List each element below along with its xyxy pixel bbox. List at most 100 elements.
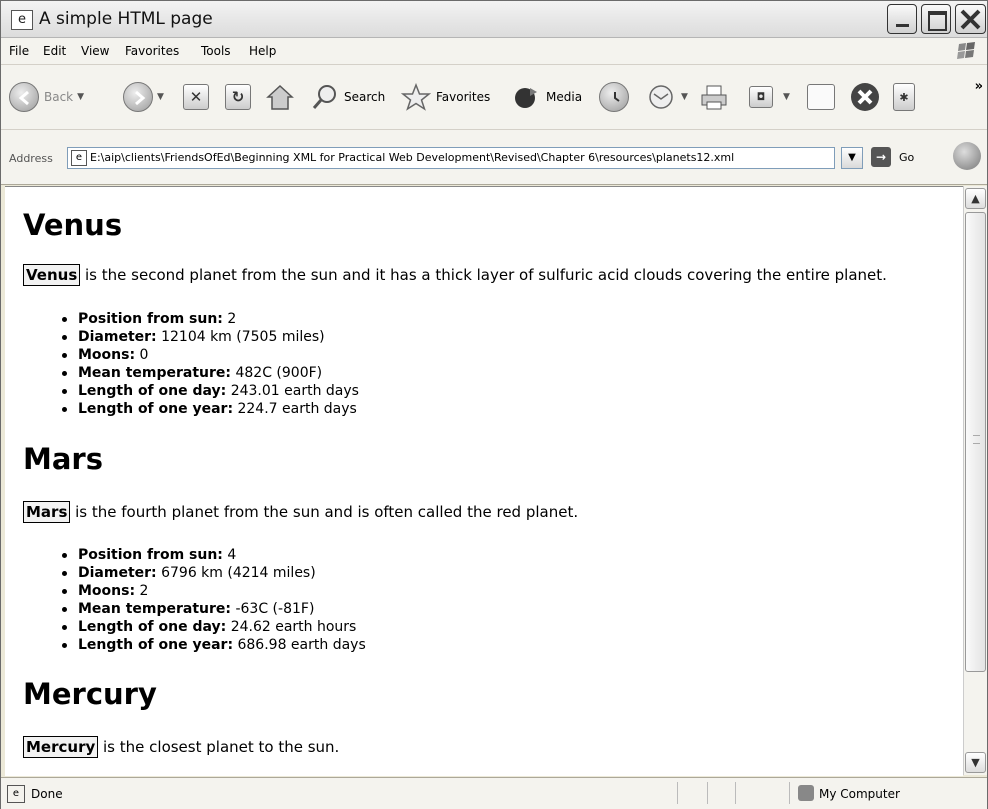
address-label: Address: [9, 152, 53, 165]
list-item: Mean temperature: -63C (-81F): [62, 600, 366, 618]
scroll-up-icon[interactable]: ▲: [965, 188, 986, 209]
planet-heading-venus: Venus: [23, 208, 123, 242]
research-button[interactable]: ✱: [893, 77, 915, 117]
status-divider: [707, 782, 708, 804]
planet-description-mars: is the fourth planet from the sun and is…: [70, 503, 579, 521]
go-button[interactable]: → Go: [871, 147, 914, 167]
forward-button[interactable]: ▼: [123, 77, 164, 117]
menu-view[interactable]: View: [81, 44, 109, 58]
planet-intro-mercury: Mercury is the closest planet to the sun…: [23, 736, 340, 758]
scroll-thumb[interactable]: [965, 212, 986, 672]
favorites-button[interactable]: Favorites: [401, 77, 490, 117]
vertical-scrollbar[interactable]: ▲ ▼: [963, 186, 987, 775]
planet-name-mars: Mars: [23, 501, 71, 523]
stop-button[interactable]: ✕: [183, 77, 209, 117]
security-zone: My Computer: [819, 787, 900, 801]
planet-heading-mercury: Mercury: [23, 677, 157, 711]
close-icon: [960, 9, 981, 30]
minimize-button[interactable]: [887, 4, 917, 34]
forward-arrow-icon: [123, 82, 153, 112]
list-item: Position from sun: 2: [62, 310, 359, 328]
go-arrow-icon: →: [871, 147, 891, 167]
page-icon: e: [71, 150, 87, 166]
printer-icon: [701, 85, 727, 110]
scroll-down-icon[interactable]: ▼: [965, 752, 986, 773]
title-bar[interactable]: e A simple HTML page: [1, 1, 987, 38]
address-url: E:\aip\clients\FriendsOfEd\Beginning XML…: [90, 151, 735, 164]
address-bar: Address e E:\aip\clients\FriendsOfEd\Beg…: [1, 130, 987, 185]
status-bar: e Done My Computer: [1, 777, 987, 809]
planet-heading-mars: Mars: [23, 442, 103, 476]
menu-tools[interactable]: Tools: [201, 44, 231, 58]
address-input[interactable]: e E:\aip\clients\FriendsOfEd\Beginning X…: [67, 147, 835, 169]
edit-dropdown-icon[interactable]: ▼: [783, 92, 790, 102]
list-item: Length of one year: 686.98 earth days: [62, 637, 366, 653]
grip-icon: [973, 435, 980, 444]
toolbar: Back ▼ ▼ ✕ ↻ Search Favorites Media ▼ ◘ …: [1, 65, 987, 130]
toolbar-overflow-icon[interactable]: »: [975, 79, 983, 94]
planet-description-venus: is the second planet from the sun and it…: [80, 266, 887, 284]
print-button[interactable]: [699, 77, 729, 117]
list-item: Length of one day: 243.01 earth days: [62, 383, 359, 399]
list-item: Moons: 2: [62, 582, 366, 600]
close-button[interactable]: [955, 4, 986, 34]
planet-facts-venus: Position from sun: 2 Diameter: 12104 km …: [23, 310, 359, 418]
refresh-button[interactable]: ↻: [225, 77, 251, 117]
page-done-icon: e: [7, 785, 25, 803]
menu-help[interactable]: Help: [249, 44, 276, 58]
discuss-icon: [807, 84, 835, 110]
refresh-icon: ↻: [225, 84, 251, 110]
planet-description-mercury: is the closest planet to the sun.: [98, 738, 340, 756]
menu-edit[interactable]: Edit: [43, 44, 66, 58]
ie-page-icon: e: [11, 10, 33, 30]
adobe-pdf-icon[interactable]: [953, 142, 981, 170]
edit-button[interactable]: ◘ ▼: [749, 77, 790, 117]
home-button[interactable]: [265, 77, 295, 117]
media-button[interactable]: Media: [513, 77, 582, 117]
star-icon: [401, 83, 431, 111]
back-dropdown-icon[interactable]: ▼: [77, 92, 84, 102]
list-item: Length of one year: 224.7 earth days: [62, 400, 359, 418]
planet-name-venus: Venus: [23, 264, 81, 286]
history-button[interactable]: [599, 77, 629, 117]
planet-facts-mars: Position from sun: 4 Diameter: 6796 km (…: [23, 546, 366, 654]
maximize-button[interactable]: [921, 4, 951, 34]
list-item: Position from sun: 4: [62, 546, 366, 564]
mail-dropdown-icon[interactable]: ▼: [681, 92, 688, 102]
list-item: Diameter: 12104 km (7505 miles): [62, 328, 359, 346]
planet-intro-mars: Mars is the fourth planet from the sun a…: [23, 501, 579, 523]
back-arrow-icon: [9, 82, 39, 112]
media-icon: [515, 88, 537, 108]
discuss-button[interactable]: [807, 77, 835, 117]
mail-button[interactable]: ▼: [647, 77, 688, 117]
search-label: Search: [344, 90, 386, 104]
search-button[interactable]: Search: [311, 77, 385, 117]
back-label: Back: [44, 90, 74, 104]
go-label: Go: [899, 150, 915, 164]
menu-favorites[interactable]: Favorites: [125, 44, 179, 58]
list-item: Moons: 0: [62, 346, 359, 364]
mail-icon: [649, 85, 673, 109]
search-icon: [312, 85, 336, 109]
back-button[interactable]: Back ▼: [9, 77, 84, 117]
stop-icon: ✕: [183, 84, 209, 110]
status-divider: [735, 782, 736, 804]
browser-window: e A simple HTML page File Edit View Favo…: [0, 0, 988, 809]
window-title: A simple HTML page: [39, 9, 213, 29]
blocked-icon: [851, 83, 879, 111]
windows-flag-icon: [957, 42, 975, 59]
forward-dropdown-icon[interactable]: ▼: [157, 92, 164, 102]
media-label: Media: [546, 90, 583, 104]
messenger-button[interactable]: [849, 77, 881, 117]
address-dropdown-icon[interactable]: ▼: [841, 147, 863, 169]
status-divider: [789, 782, 790, 804]
list-item: Length of one day: 24.62 earth hours: [62, 618, 366, 636]
status-text: Done: [31, 787, 63, 801]
research-icon: ✱: [893, 83, 915, 111]
list-item: Diameter: 6796 km (4214 miles): [62, 564, 366, 582]
menu-file[interactable]: File: [9, 44, 29, 58]
favorites-label: Favorites: [436, 90, 491, 104]
page-content: Venus Venus is the second planet from th…: [5, 186, 963, 776]
planet-name-mercury: Mercury: [23, 736, 99, 758]
history-icon: [599, 82, 629, 112]
